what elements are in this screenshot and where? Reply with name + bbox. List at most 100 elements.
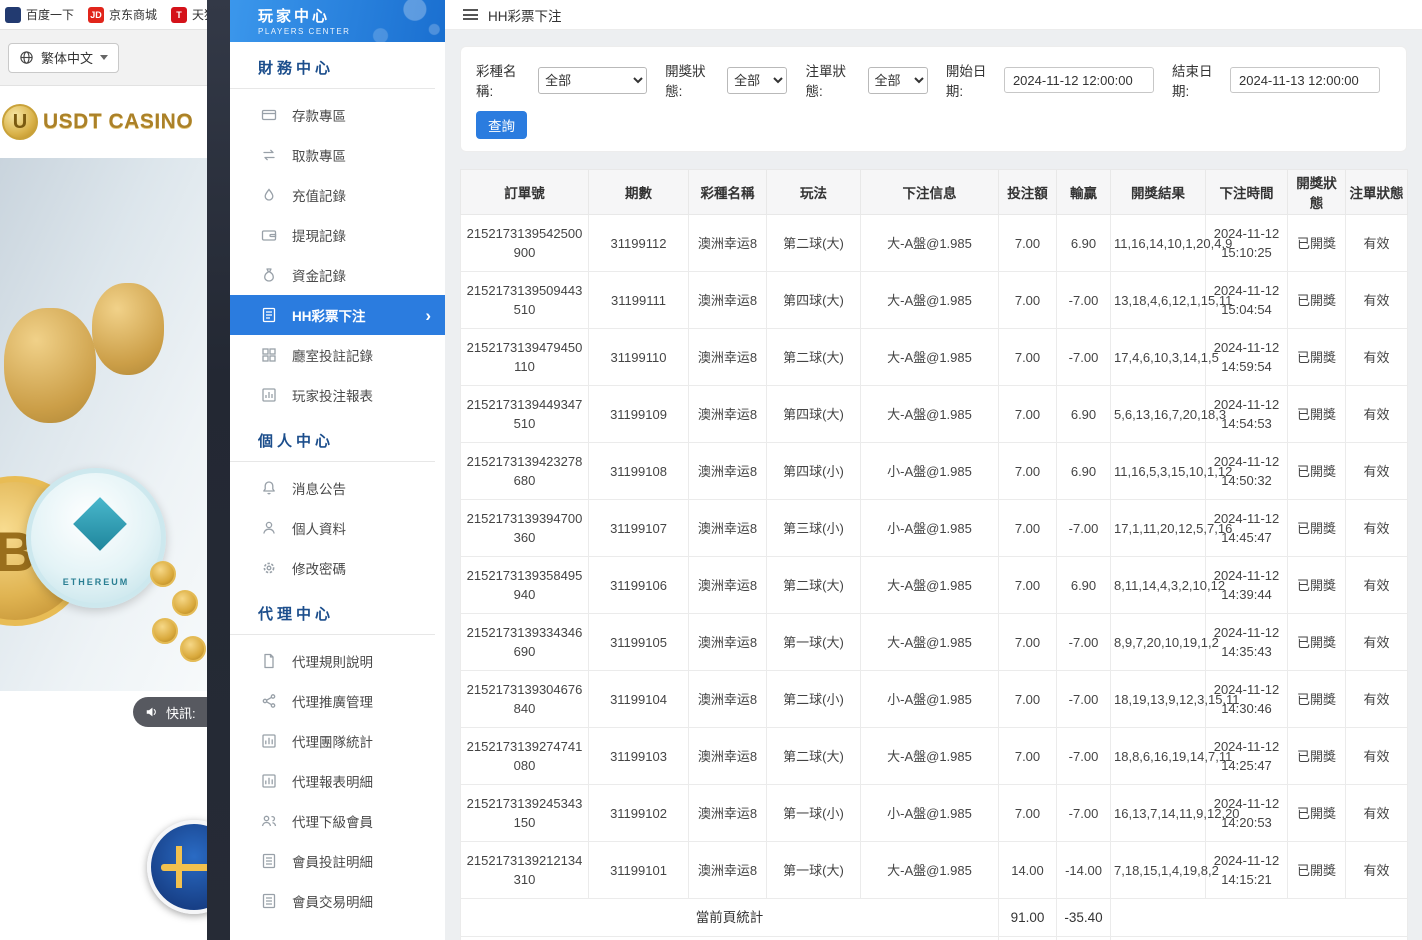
sidebar-item[interactable]: 代理報表明細 [230,761,445,801]
end-date-input[interactable] [1230,67,1380,93]
sidebar-item-label: 會員投註明細 [292,851,373,871]
cell-play: 第四球(大) [767,386,861,443]
cell-amount: 14.00 [999,842,1057,899]
bookmark-baidu[interactable]: 百度一下 [5,6,74,23]
sidebar-item[interactable]: 會員交易明細 [230,881,445,921]
cell-order_status: 有效 [1346,557,1408,614]
cell-play: 第二球(小) [767,671,861,728]
cell-draw_status: 已開獎 [1288,557,1346,614]
sidebar-item[interactable]: 提現記錄 [230,215,445,255]
menu-icon[interactable] [463,9,478,20]
cell-amount: 7.00 [999,272,1057,329]
modal-backdrop[interactable] [207,0,230,940]
table-row: 215217313933434669031199105澳洲幸运8第一球(大)大-… [461,614,1408,671]
sidebar-item[interactable]: 個人資料 [230,508,445,548]
lottery-select[interactable]: 全部 [538,67,647,94]
cell-info: 大-A盤@1.985 [861,842,999,899]
end-date-filter: 結束日期: [1172,60,1380,100]
filter-panel: 彩種名稱: 全部 開獎狀態: 全部 注單狀態: 全部 開始日期: [460,46,1407,152]
funds-record-icon [261,267,277,283]
sidebar-item[interactable]: HH彩票下注 › [230,295,445,335]
sidebar-item[interactable]: 充值記錄 [230,175,445,215]
column-header: 投注額 [999,170,1057,215]
sidebar-item-label: 存款專區 [292,105,346,125]
sidebar-item[interactable]: 資金記錄 [230,255,445,295]
hero-banner: B ETHEREUM [0,158,207,691]
recharge-record-icon [261,187,277,203]
ethereum-coin-graphic: ETHEREUM [26,468,166,608]
start-date-input[interactable] [1004,67,1154,93]
sidebar-item-label: 充值記錄 [292,185,346,205]
sidebar-item[interactable]: 消息公告 [230,468,445,508]
draw-status-select[interactable]: 全部 [727,67,787,94]
order-status-select[interactable]: 全部 [868,67,928,94]
baidu-favicon-icon [5,7,21,23]
draw-status-filter: 開獎狀態: 全部 [665,60,787,100]
cell-result: 5,6,13,16,7,20,18,3 [1111,386,1206,443]
sidebar-item-label: 提現記錄 [292,225,346,245]
main-topbar: HH彩票下注 [445,0,1422,30]
sidebar-item-label: 代理團隊統計 [292,731,373,751]
cell-result: 17,4,6,10,3,14,1,5 [1111,329,1206,386]
sidebar-item[interactable]: 代理推廣管理 [230,681,445,721]
player-report-icon [261,387,277,403]
column-header: 玩法 [767,170,861,215]
sidebar-item[interactable]: 存款專區 [230,95,445,135]
cell-info: 大-A盤@1.985 [861,557,999,614]
cell-order_status: 有效 [1346,842,1408,899]
cell-amount: 7.00 [999,329,1057,386]
bookmark-jd[interactable]: JD 京东商城 [88,6,157,23]
member-bets-icon [261,853,277,869]
sidebar-item-label: 代理推廣管理 [292,691,373,711]
cell-order: 2152173139274741080 [461,728,589,785]
chevron-right-icon: › [425,307,431,324]
table-row: 215217313944934751031199109澳洲幸运8第四球(大)大-… [461,386,1408,443]
page-summary-row: 當前頁統計91.00-35.40 [461,899,1408,937]
sidebar-item[interactable]: 代理規則說明 [230,641,445,681]
sidebar-item[interactable]: 取款專區 [230,135,445,175]
sidebar-item[interactable]: 修改密碼 [230,548,445,588]
sidebar-item[interactable]: 代理團隊統計 [230,721,445,761]
search-button[interactable]: 查詢 [476,111,527,139]
sidebar-item[interactable]: 代理下級會員 [230,801,445,841]
cell-play: 第三球(小) [767,500,861,557]
cell-result: 17,1,11,20,12,5,7,16 [1111,500,1206,557]
cell-winloss: 6.90 [1057,386,1111,443]
language-label: 繁体中文 [41,48,93,67]
cell-lottery: 澳洲幸运8 [689,728,767,785]
sidebar-item-label: HH彩票下注 [292,305,366,325]
cell-draw_status: 已開獎 [1288,443,1346,500]
table-row: 215217313927474108031199103澳洲幸运8第二球(大)大-… [461,728,1408,785]
cell-order: 2152173139358495940 [461,557,589,614]
cell-order: 2152173139479450110 [461,329,589,386]
cell-play: 第二球(大) [767,329,861,386]
site-logo[interactable]: U USDT CASINO [0,86,207,158]
room-bets-icon [261,347,277,363]
cell-order: 2152173139509443510 [461,272,589,329]
member-trades-icon [261,893,277,909]
language-selector[interactable]: 繁体中文 [8,43,119,73]
cell-play: 第四球(大) [767,272,861,329]
sidebar-item[interactable]: 廳室投註記錄 [230,335,445,375]
cell-winloss: -7.00 [1057,671,1111,728]
gold-coin-graphic [150,561,176,587]
column-header: 訂單號 [461,170,589,215]
caret-down-icon [100,55,108,60]
start-date-label: 開始日期: [946,60,998,100]
sidebar-item[interactable]: 玩家投注報表 [230,375,445,415]
sidebar-item[interactable]: 會員投註明細 [230,841,445,881]
money-bag-graphic [4,308,96,423]
cell-draw_status: 已開獎 [1288,614,1346,671]
cell-winloss: -7.00 [1057,728,1111,785]
cell-result: 18,19,13,9,12,3,15,11 [1111,671,1206,728]
cell-winloss: -7.00 [1057,614,1111,671]
gear-icon [261,560,277,576]
main-panel: HH彩票下注 彩種名稱: 全部 開獎狀態: 全部 注單狀態: 全部 [445,0,1422,940]
sidebar-title: 玩家中心 [258,5,445,26]
cell-order_status: 有效 [1346,500,1408,557]
table-row: 215217313954250090031199112澳洲幸运8第二球(大)大-… [461,215,1408,272]
summary-label: 總統計 [461,937,999,940]
withdrawal-record-icon [261,227,277,243]
bookmark-tmall[interactable]: T 天猫 [171,6,207,23]
speaker-icon [144,705,160,719]
